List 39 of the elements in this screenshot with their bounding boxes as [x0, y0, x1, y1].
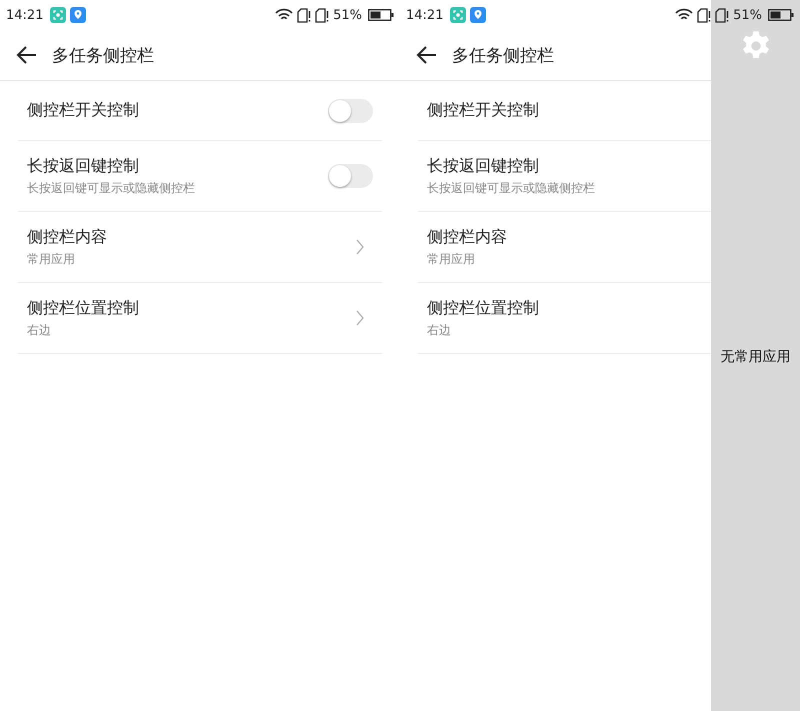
battery-percent: 51%	[733, 8, 762, 22]
status-time: 14:21	[6, 8, 44, 22]
setting-value: 右边	[27, 322, 51, 338]
scan-app-icon[interactable]	[450, 7, 466, 23]
page-title: 多任务侧控栏	[452, 44, 554, 66]
setting-title[interactable]: 侧控栏位置控制	[27, 298, 139, 318]
location-app-icon[interactable]	[70, 7, 86, 23]
sim-card-icon	[697, 8, 712, 22]
battery-icon	[368, 9, 394, 21]
toggle-switch[interactable]	[328, 98, 373, 122]
back-icon[interactable]	[16, 44, 38, 66]
setting-title[interactable]: 长按返回键控制	[27, 156, 139, 176]
toggle-switch[interactable]	[328, 164, 373, 188]
setting-title[interactable]: 侧控栏内容	[427, 226, 507, 248]
battery-percent: 51%	[333, 8, 362, 22]
sim-card-icon	[715, 8, 730, 22]
back-icon[interactable]	[416, 44, 438, 66]
status-time: 14:21	[406, 8, 444, 22]
empty-message: 无常用应用	[720, 348, 790, 366]
location-app-icon[interactable]	[470, 7, 486, 23]
wifi-icon	[275, 8, 294, 22]
chevron-icon	[355, 239, 365, 255]
setting-title[interactable]: 长按返回键控制	[427, 156, 539, 176]
setting-title[interactable]: 侧控栏开关控制	[27, 100, 139, 121]
scan-app-icon[interactable]	[50, 7, 66, 23]
setting-title[interactable]: 侧控栏开关控制	[427, 100, 539, 121]
battery-icon	[768, 9, 794, 21]
wifi-icon	[675, 8, 694, 22]
setting-value: 右边	[427, 322, 451, 338]
chevron-icon	[355, 310, 365, 326]
setting-value: 长按返回键可显示或隐藏侧控栏	[427, 180, 595, 196]
page-title: 多任务侧控栏	[52, 44, 154, 66]
sim-card-icon	[315, 8, 330, 22]
setting-title[interactable]: 侧控栏内容	[27, 226, 107, 248]
setting-value: 常用应用	[427, 250, 475, 268]
sim-card-icon	[297, 8, 312, 22]
setting-title[interactable]: 侧控栏位置控制	[427, 298, 539, 318]
setting-value: 常用应用	[27, 250, 75, 268]
setting-value: 长按返回键可显示或隐藏侧控栏	[27, 180, 195, 196]
